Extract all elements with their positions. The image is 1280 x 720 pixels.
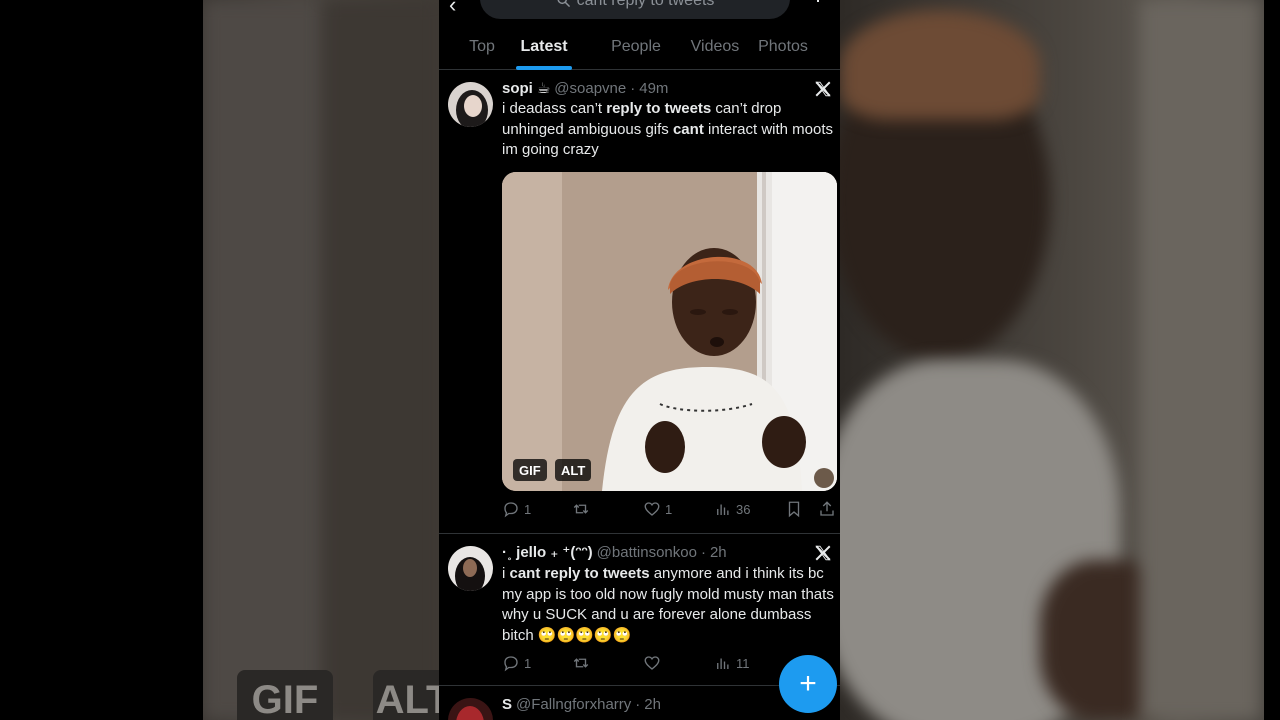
backdrop-alt-badge: ALT (373, 670, 439, 720)
tab-people[interactable]: People (595, 24, 677, 70)
search-query: cant reply to tweets (576, 0, 715, 9)
reply-icon (504, 656, 518, 672)
tweet-text-segment: i (502, 565, 510, 582)
gif-badge: GIF (513, 459, 547, 481)
separator-dot: · (700, 543, 706, 561)
x-logo-icon (815, 545, 831, 561)
bookmark-icon (788, 501, 800, 518)
tab-latest[interactable]: Latest (519, 24, 569, 70)
avatar[interactable] (448, 82, 493, 127)
blurred-backdrop-left: GIF ALT (203, 0, 439, 720)
x-logo-icon (815, 81, 831, 97)
views-button[interactable]: 11 (714, 654, 750, 672)
views-icon (717, 658, 729, 669)
tab-photos[interactable]: Photos (753, 24, 813, 70)
backdrop-gif-badge: GIF (237, 670, 333, 720)
phone-screen: ‹ cant reply to tweets Top Latest People… (439, 0, 840, 720)
search-settings-icon[interactable] (808, 0, 828, 10)
user-handle[interactable]: @Fallngforxharry (516, 696, 631, 713)
tweet-time: 2h (644, 696, 661, 713)
search-icon (557, 0, 570, 7)
tweet-gif[interactable]: GIF ALT (502, 172, 837, 491)
highlighted-search-term: cant reply to tweets (509, 565, 650, 582)
tab-videos[interactable]: Videos (677, 24, 753, 70)
back-arrow-icon[interactable]: ‹ (449, 0, 456, 16)
view-count: 11 (736, 655, 750, 671)
tweet-header: sopi ☕ @soapvne · 49m (502, 79, 669, 98)
tweet[interactable]: sopi ☕ @soapvne · 49m i deadass can’t re… (439, 70, 840, 534)
retweet-button[interactable] (572, 654, 594, 672)
search-tabs: Top Latest People Videos Photos (439, 24, 840, 70)
views-icon (717, 504, 729, 515)
bookmark-button[interactable] (785, 500, 803, 518)
avatar[interactable] (448, 698, 493, 720)
view-count: 36 (736, 501, 751, 517)
like-button[interactable]: 1 (643, 500, 672, 518)
like-count: 1 (665, 501, 673, 517)
search-bar[interactable]: cant reply to tweets (480, 0, 790, 19)
highlighted-search-term: reply to tweets (606, 100, 712, 117)
display-name[interactable]: ·˳ jello ₊ ⁺(ᵔᵔ) (502, 543, 593, 561)
retweet-icon (573, 504, 589, 514)
tweet-header: ·˳ jello ₊ ⁺(ᵔᵔ) @battinsonkoo · 2h (502, 543, 727, 562)
reply-count: 1 (524, 501, 532, 517)
coffee-emoji: ☕ (536, 80, 551, 97)
video-frame: GIF ALT ‹ cant reply to tweets Top Lates… (0, 0, 1280, 720)
tweet-time: 49m (639, 79, 669, 97)
plus-icon: + (799, 667, 817, 700)
share-button[interactable] (818, 500, 836, 518)
reply-count: 1 (524, 655, 532, 671)
gif-preview-image (502, 172, 837, 491)
reply-icon (504, 502, 518, 518)
tweet-time: 2h (709, 543, 727, 561)
user-handle[interactable]: @soapvne (554, 80, 626, 97)
tweet-text: i cant reply to tweets anymore and i thi… (502, 564, 838, 646)
tab-top[interactable]: Top (439, 24, 525, 70)
avatar[interactable] (448, 546, 493, 591)
top-bar: ‹ cant reply to tweets (439, 0, 840, 22)
heart-icon (644, 656, 660, 670)
views-button[interactable]: 36 (714, 500, 750, 518)
tweet[interactable]: ·˳ jello ₊ ⁺(ᵔᵔ) @battinsonkoo · 2h i ca… (439, 534, 840, 686)
heart-icon (644, 502, 660, 516)
highlighted-search-term: cant (672, 120, 704, 138)
display-name[interactable]: S (502, 696, 512, 713)
tweet-text: i deadass can’t reply to tweets can’t dr… (502, 99, 838, 161)
tweet-actions: 1 1 36 (502, 499, 838, 519)
tweet-text-segment: i deadass can’t (502, 100, 607, 117)
share-icon (820, 501, 834, 516)
tweet-header: S @Fallngforxharry · 2h (502, 696, 661, 713)
separator-dot: · (630, 79, 636, 97)
reply-button[interactable]: 1 (502, 654, 531, 672)
compose-post-button[interactable]: + (779, 655, 837, 713)
user-handle[interactable]: @battinsonkoo (597, 544, 697, 561)
blurred-backdrop-right (840, 0, 1264, 720)
like-button[interactable] (643, 654, 665, 672)
retweet-icon (573, 658, 589, 668)
retweet-button[interactable] (572, 500, 594, 518)
alt-badge[interactable]: ALT (555, 459, 592, 481)
reply-button[interactable]: 1 (502, 500, 531, 518)
separator-dot: · (635, 696, 641, 713)
display-name[interactable]: sopi (502, 80, 533, 97)
